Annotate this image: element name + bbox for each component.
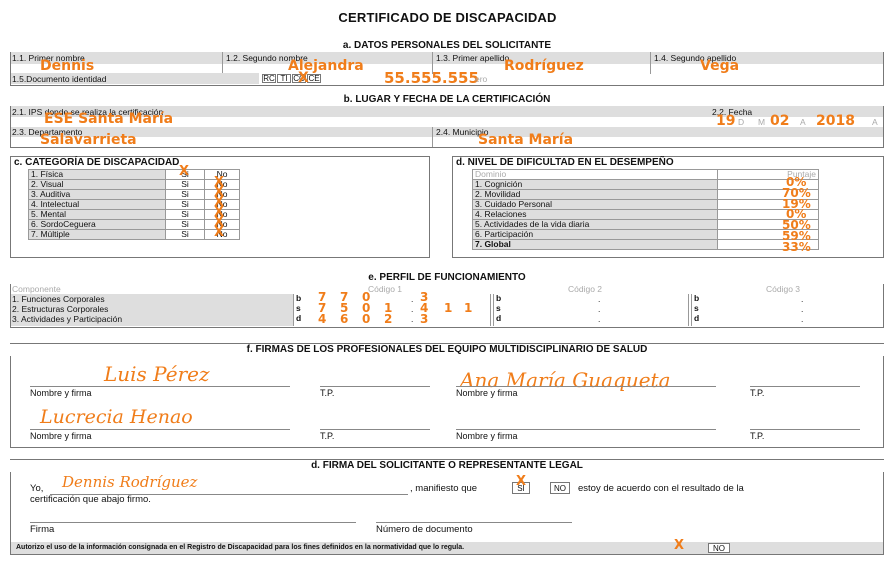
code-dot: . — [801, 294, 804, 304]
category-mark: X — [179, 164, 190, 179]
section-c-header: c. CATEGORÍA DE DISCAPACIDAD — [14, 157, 180, 168]
difficulty-table: Dominio Puntaje 1. Cognición 2. Movilidad… — [472, 169, 819, 250]
code-digit[interactable]: 4 — [318, 312, 326, 326]
date-hint-a2: A — [872, 117, 878, 127]
code-digit[interactable]: 3 — [420, 312, 428, 326]
score-global[interactable]: 33% — [782, 240, 811, 254]
first-name-value[interactable]: Dennis — [40, 58, 94, 74]
prefix-s: s — [296, 303, 301, 313]
code2-label: Código 2 — [568, 284, 603, 294]
doc-type-ce[interactable]: CE — [307, 74, 321, 83]
section-f-header: f. FIRMAS DE LOS PROFESIONALES DEL EQUIP… — [10, 344, 884, 356]
category-row: 1. Física Si No — [28, 169, 240, 180]
component-column-label: Componente — [12, 284, 61, 294]
prefix-b: b — [694, 293, 700, 303]
component-row-3: 3. Actividades y Participación — [12, 314, 123, 324]
tp-label: T.P. — [320, 431, 335, 441]
tp-label: T.P. — [750, 388, 765, 398]
difficulty-row: 3. Cuidado Personal — [472, 199, 819, 210]
document-number[interactable]: 55.555.555 — [384, 69, 479, 87]
prefix-b: b — [296, 293, 302, 303]
tp-label: T.P. — [750, 431, 765, 441]
category-list: 1. Física Si No 2. Visual Si No 3. Auditiva S… — [28, 169, 240, 240]
applicant-name[interactable]: Dennis Rodríguez — [62, 473, 197, 491]
first-surname-value[interactable]: Rodríguez — [504, 58, 584, 74]
name-signature-label: Nombre y firma — [456, 388, 518, 398]
agree-yes-mark: X — [516, 474, 527, 489]
category-mark: X — [214, 225, 225, 240]
code-digit[interactable]: 6 — [340, 312, 348, 326]
signature-1[interactable]: Luis Pérez — [104, 362, 210, 386]
code-digit[interactable]: 2 — [384, 312, 392, 326]
code1-label: Código 1 — [368, 284, 403, 294]
date-hint-m: M — [758, 117, 766, 127]
prefix-d: d — [496, 313, 502, 323]
agree-no-box[interactable]: NO — [550, 482, 570, 494]
difficulty-row: 6. Participación — [472, 229, 819, 240]
signature-3[interactable]: Lucrecia Henao — [40, 406, 193, 428]
prefix-s: s — [694, 303, 699, 313]
code-dot: . — [598, 294, 601, 304]
name-signature-label: Nombre y firma — [30, 388, 92, 398]
code-dot: . — [801, 314, 804, 324]
category-row: 4. Intelectual Si No — [28, 199, 240, 210]
authorization-text: Autorizo el uso de la información consig… — [16, 544, 465, 551]
component-row-2: 2. Estructuras Corporales — [12, 304, 109, 314]
category-row: 2. Visual Si No — [28, 179, 240, 190]
ips-value[interactable]: ESE Santa María — [44, 111, 173, 127]
code-digit[interactable]: 1 — [444, 301, 452, 315]
agree-text: estoy de acuerdo con el resultado de la — [578, 483, 744, 494]
section-d-header: d. NIVEL DE DIFICULTAD EN EL DESEMPEÑO — [456, 157, 674, 168]
category-row: 3. Auditiva Si No — [28, 189, 240, 200]
manifest-label: , manifiesto que — [410, 483, 478, 494]
first-surname-label: 1.3. Primer apellido — [436, 53, 510, 63]
name-signature-label: Nombre y firma — [30, 431, 92, 441]
signature-label: Firma — [30, 524, 55, 535]
authorization-no-box[interactable]: NO — [708, 543, 730, 553]
section-b-header: b. LUGAR Y FECHA DE LA CERTIFICACIÓN — [10, 94, 884, 106]
difficulty-row: 4. Relaciones — [472, 209, 819, 220]
code-dot: . — [598, 314, 601, 324]
document-number-hint: ero — [475, 74, 488, 84]
authorization-mark[interactable]: X — [674, 538, 684, 553]
doc-type-mark: X — [298, 70, 309, 86]
prefix-d: d — [694, 313, 700, 323]
second-surname-value[interactable]: Vega — [700, 58, 739, 74]
department-value[interactable]: Salavarrieta — [40, 132, 137, 148]
code-dot: . — [411, 304, 414, 314]
section-a-header: a. DATOS PERSONALES DEL SOLICITANTE — [10, 40, 884, 52]
difficulty-row: 1. Cognición — [472, 179, 819, 190]
difficulty-row: 2. Movilidad — [472, 189, 819, 200]
difficulty-row: 5. Actividades de la vida diaria — [472, 219, 819, 230]
prefix-d: d — [296, 313, 302, 323]
prefix-s: s — [496, 303, 501, 313]
difficulty-row: 7. Global — [472, 239, 819, 250]
code3-label: Código 3 — [766, 284, 801, 294]
code-dot: . — [411, 314, 414, 324]
category-row: 6. SordoCeguera Si No — [28, 219, 240, 230]
code-dot: . — [411, 294, 414, 304]
category-row: 5. Mental Si No — [28, 209, 240, 220]
date-hint-d: D — [738, 117, 745, 127]
name-signature-label: Nombre y firma — [456, 431, 518, 441]
document-label: 1.5.Documento identidad — [12, 74, 107, 84]
code-digit[interactable]: 1 — [464, 301, 472, 315]
prefix-b: b — [496, 293, 502, 303]
code-dot: . — [801, 304, 804, 314]
category-row: 7. Múltiple Si No — [28, 229, 240, 240]
component-row-1: 1. Funciones Corporales — [12, 294, 105, 304]
code-digit[interactable]: 0 — [362, 312, 370, 326]
doc-type-rc[interactable]: RC — [262, 74, 276, 83]
date-hint-a1: A — [800, 117, 806, 127]
document-number-label: Número de documento — [376, 524, 473, 535]
municipality-value[interactable]: Santa María — [478, 132, 573, 148]
page-title: CERTIFICADO DE DISCAPACIDAD — [338, 10, 557, 25]
tp-label: T.P. — [320, 388, 335, 398]
code-dot: . — [598, 304, 601, 314]
section-g-header: d. FIRMA DEL SOLICITANTE O REPRESENTANTE… — [10, 460, 884, 472]
yo-label: Yo, — [30, 483, 44, 494]
agree-text-line2: certificación que abajo firmo. — [30, 494, 151, 505]
doc-type-ti[interactable]: TI — [277, 74, 291, 83]
section-e-header: e. PERFIL DE FUNCIONAMIENTO — [10, 272, 884, 284]
